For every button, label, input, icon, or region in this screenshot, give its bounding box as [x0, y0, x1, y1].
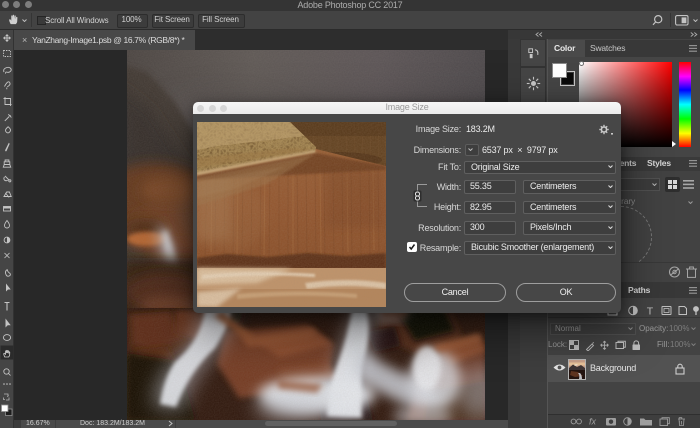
svg-text:fx: fx [589, 417, 597, 426]
svg-text:T: T [647, 306, 654, 317]
